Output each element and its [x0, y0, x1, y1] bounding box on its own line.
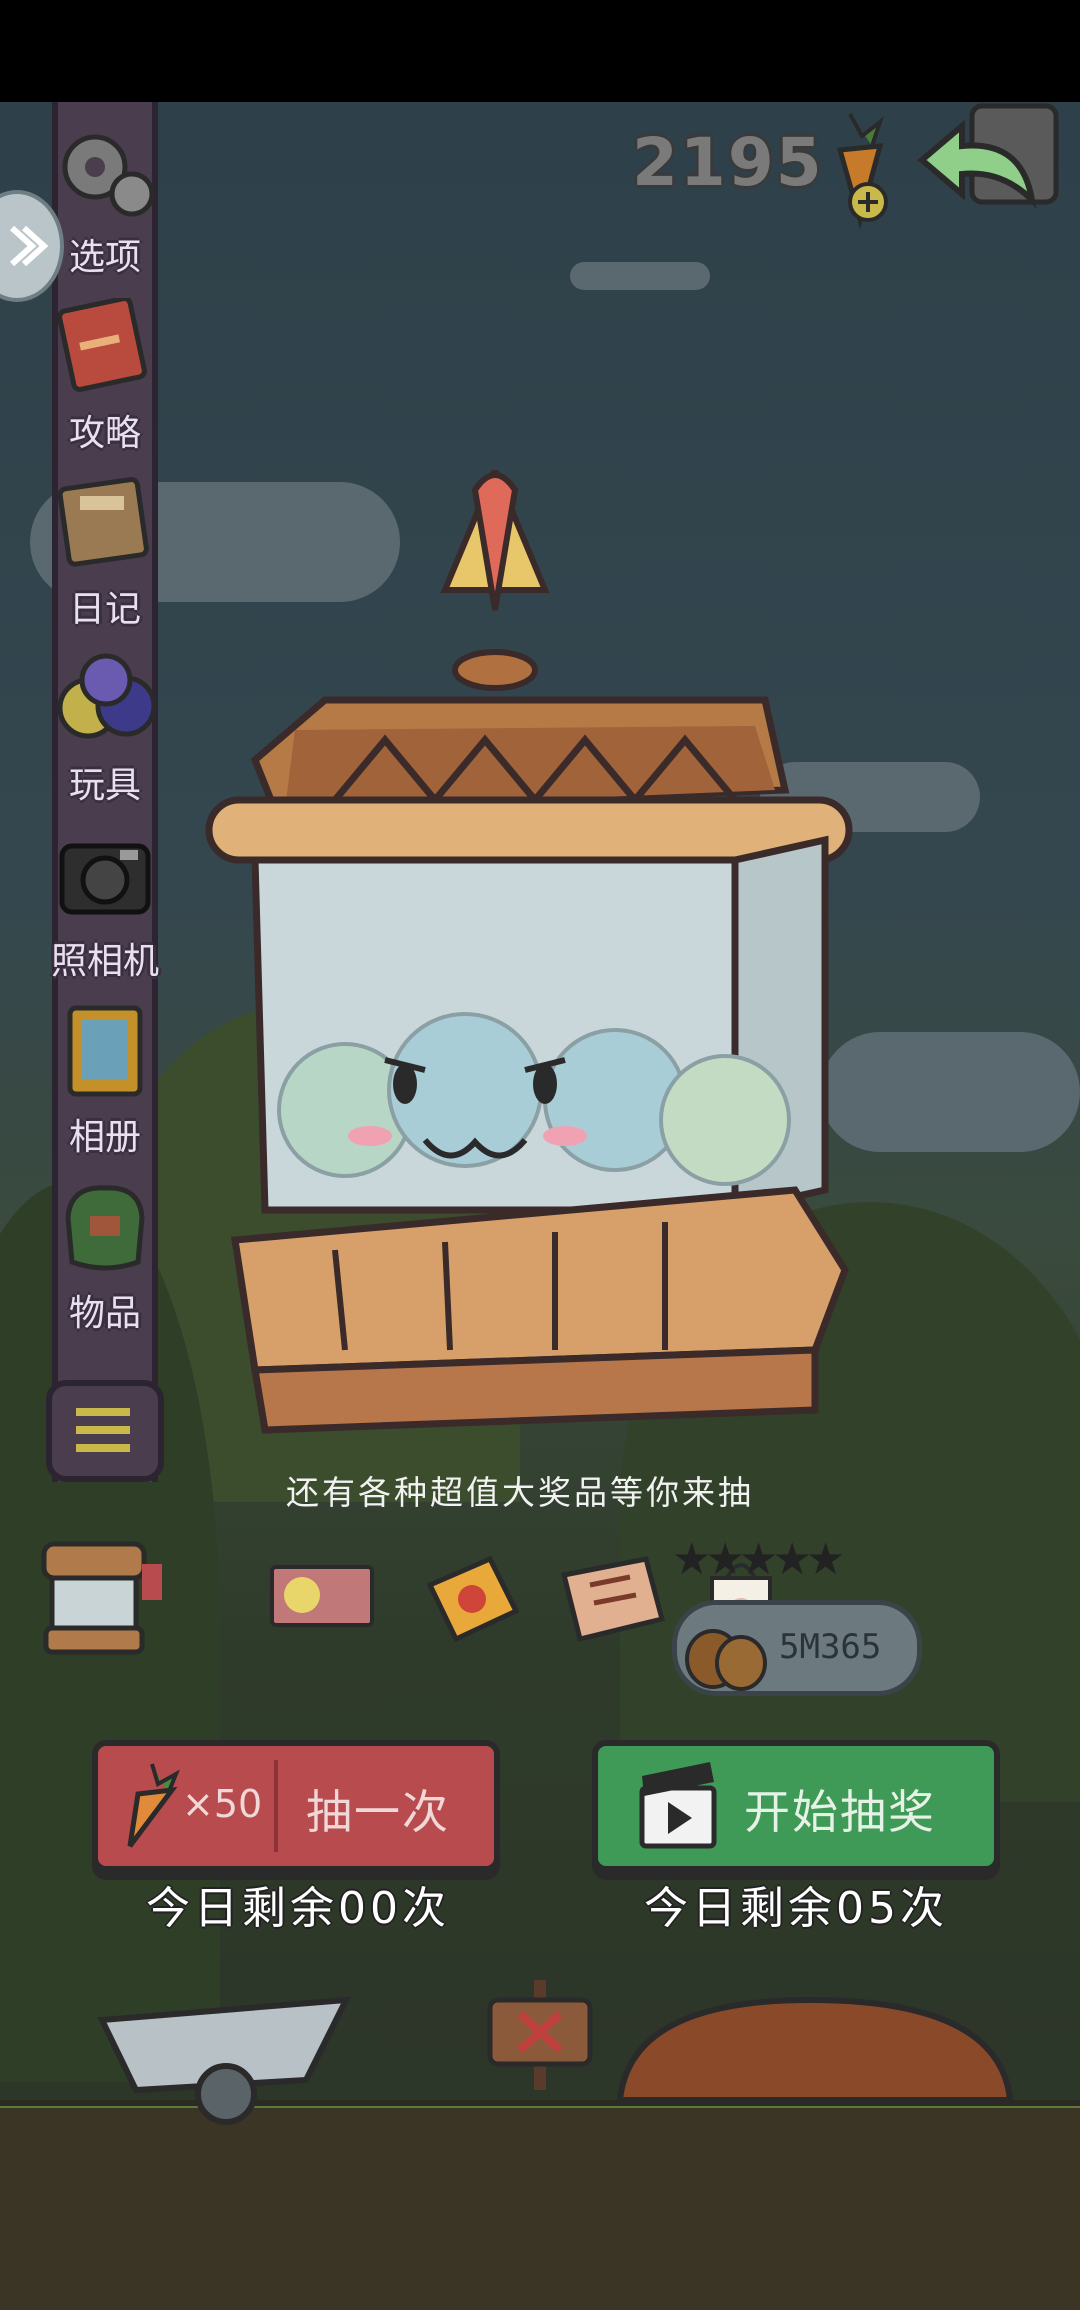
- start-draw-label: 开始抽奖: [744, 1785, 936, 1839]
- add-carrots-button[interactable]: [810, 110, 900, 230]
- menu-item-items[interactable]: 物品: [20, 1178, 190, 1348]
- star-rating: ★★★★★: [672, 1534, 846, 1585]
- signpost-icon: [487, 1980, 593, 2090]
- back-button[interactable]: [912, 100, 1062, 230]
- clapperboard-icon: [639, 1762, 717, 1849]
- menu-item-options[interactable]: 选项: [20, 122, 190, 292]
- sign-text: 5M365: [779, 1627, 882, 1667]
- menu-item-album[interactable]: 相册: [20, 1002, 190, 1172]
- menu-label-camera: 照相机: [50, 941, 159, 982]
- menu-item-camera[interactable]: 照相机: [20, 826, 190, 996]
- gacha-machine[interactable]: [195, 470, 885, 1440]
- star-icon: ★: [738, 1534, 779, 1585]
- prize-ticket-icon[interactable]: [420, 1555, 524, 1645]
- menu-label-diary: 日记: [68, 589, 141, 630]
- camera-icon: [59, 843, 151, 915]
- star-icon: ★: [705, 1534, 745, 1585]
- menu-item-toys[interactable]: 玩具: [20, 650, 190, 820]
- menu-lines-icon: [76, 1408, 130, 1452]
- gacha-machine-icon: [41, 1541, 162, 1655]
- star-icon: ★: [772, 1534, 812, 1585]
- carrot-plus-icon: [836, 113, 888, 230]
- prize-coupon-icon[interactable]: [560, 1555, 666, 1645]
- back-arrow-icon: [917, 103, 1059, 209]
- menu-label-album: 相册: [68, 1117, 141, 1158]
- mini-machine-shortcut[interactable]: [34, 1524, 164, 1664]
- status-bar: [0, 0, 1080, 102]
- guide-book-icon: [57, 296, 147, 392]
- draw-remaining-text: 今日剩余00次: [146, 1883, 450, 1934]
- bread-icon: [685, 1629, 767, 1691]
- menu-item-diary[interactable]: 日记: [20, 474, 190, 644]
- start-remaining-text: 今日剩余05次: [644, 1883, 948, 1934]
- draw-once-button[interactable]: ×50 抽一次: [92, 1740, 500, 1872]
- wheelbarrow-icon: [97, 1996, 352, 2125]
- carrot-icon: [127, 1763, 180, 1848]
- gear-icon: [62, 134, 155, 217]
- promo-text: 还有各种超值大奖品等你来抽: [286, 1473, 754, 1512]
- menu-item-guide[interactable]: 攻略: [20, 296, 190, 468]
- log-icon: [616, 1996, 1014, 2103]
- menu-label-options: 选项: [68, 237, 141, 278]
- start-draw-button[interactable]: 开始抽奖: [592, 1740, 1000, 1872]
- draw-once-label: 抽一次: [306, 1785, 450, 1839]
- album-icon: [67, 1005, 143, 1097]
- toys-icon: [57, 653, 157, 739]
- diary-icon: [57, 477, 149, 567]
- carrot-balance: 2195: [632, 124, 824, 201]
- menu-label-guide: 攻略: [68, 413, 141, 454]
- npc-sign: 5M365: [672, 1600, 922, 1696]
- star-icon: ★: [805, 1534, 846, 1585]
- items-bag-icon: [65, 1185, 145, 1271]
- button-divider: [274, 1760, 278, 1852]
- menu-label-toys: 玩具: [68, 765, 141, 806]
- star-icon: ★: [672, 1534, 712, 1585]
- draw-cost: ×50: [182, 1782, 263, 1826]
- prize-card-icon[interactable]: [270, 1565, 376, 1629]
- menu-label-items: 物品: [68, 1293, 141, 1334]
